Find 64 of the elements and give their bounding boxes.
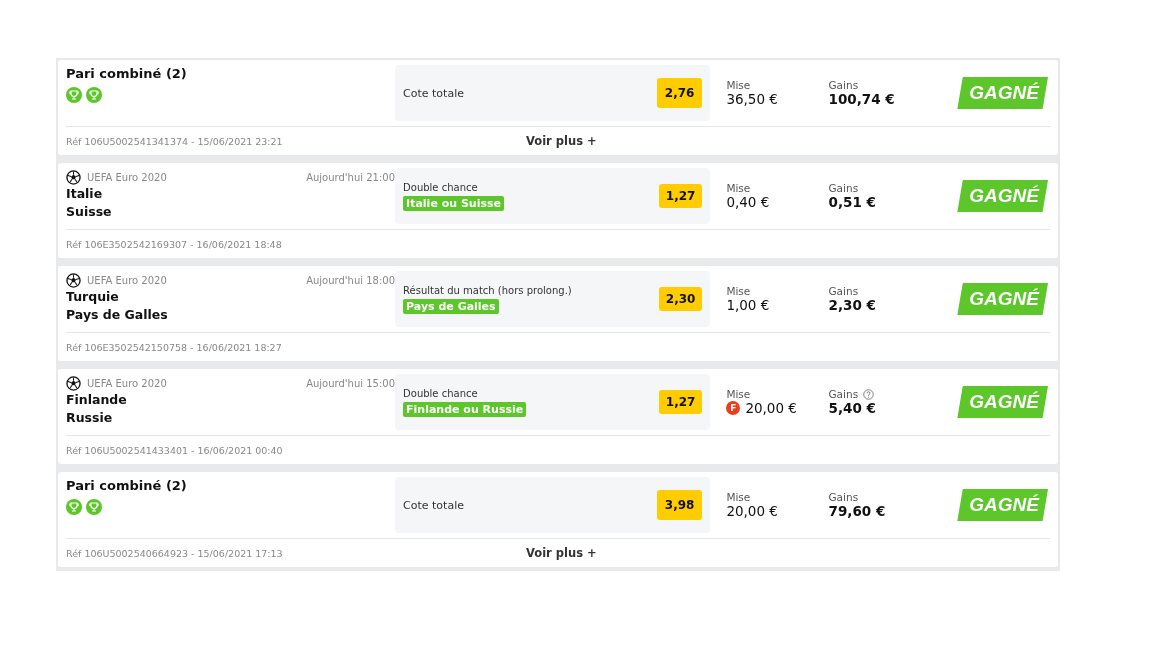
see-more-button[interactable]: Voir plus + — [526, 134, 597, 148]
stake-amount: 36,50 € — [726, 91, 778, 107]
bet-title: Pari combiné (2) — [66, 478, 188, 493]
match-time: Aujourd'hui 21:00 — [306, 171, 396, 183]
gains-amount: 100,74 € — [828, 91, 896, 107]
market-label: Résultat du match (hors prolong.) — [403, 284, 572, 296]
gains-label: Gains — [828, 491, 859, 503]
stake-label: Mise — [726, 182, 752, 194]
gains-label: Gains — [828, 285, 859, 297]
status-badge: GAGNÉ — [957, 489, 1048, 521]
selection-tag: Finlande ou Russie — [403, 401, 527, 417]
status-badge: GAGNÉ — [957, 180, 1048, 212]
stake-label: Mise — [726, 79, 752, 91]
gains-label: Gains — [828, 79, 859, 91]
stake-label: Mise — [726, 491, 752, 503]
market-label: Double chance — [403, 181, 478, 193]
team-name: Turquie — [66, 288, 120, 306]
bet-reference: Réf 106E3502542169307 - 16/06/2021 18:48 — [66, 238, 283, 250]
stake-amount: 0,40 € — [726, 194, 770, 210]
market-label: Cote totale — [403, 498, 464, 512]
odds-badge: 1,27 — [658, 390, 703, 414]
team-name: Pays de Galles — [66, 306, 169, 324]
status-badge: GAGNÉ — [957, 386, 1048, 418]
market-label: Double chance — [403, 387, 478, 399]
odds-badge: 3,98 — [656, 490, 703, 520]
bet-reference: Réf 106U5002541341374 - 15/06/2021 23:21 — [66, 135, 284, 147]
gains-amount: 0,51 € — [828, 194, 877, 210]
selection-tag: Pays de Galles — [403, 298, 499, 314]
bet-title: Pari combiné (2) — [66, 66, 188, 81]
see-more-button[interactable]: Voir plus + — [526, 546, 597, 560]
odds-badge: 2,76 — [656, 78, 703, 108]
odds-badge: 1,27 — [658, 184, 703, 208]
gains-amount: 79,60 € — [828, 503, 887, 519]
selection-tag: Italie ou Suisse — [403, 195, 504, 211]
stake-label: Mise — [726, 388, 752, 400]
team-name: Russie — [66, 409, 114, 427]
stake-amount: 1,00 € — [726, 297, 770, 313]
gains-label: Gains — [828, 388, 859, 400]
bet-reference: Réf 106E3502542150758 - 16/06/2021 18:27 — [66, 341, 283, 353]
soccer-ball-icon — [66, 272, 81, 288]
stake-label: Mise — [726, 285, 752, 297]
odds-badge: 2,30 — [658, 287, 703, 311]
match-time: Aujourd'hui 15:00 — [306, 377, 396, 389]
help-icon[interactable] — [863, 388, 875, 400]
status-badge: GAGNÉ — [957, 77, 1048, 109]
team-name: Finlande — [66, 391, 128, 409]
market-label: Cote totale — [403, 86, 464, 100]
gains-label: Gains — [828, 182, 859, 194]
bet-reference: Réf 106U5002541433401 - 16/06/2021 00:40 — [66, 444, 284, 456]
bet-reference: Réf 106U5002540664923 - 15/06/2021 17:13 — [66, 547, 284, 559]
gains-amount: 2,30 € — [828, 297, 877, 313]
soccer-ball-icon — [66, 375, 81, 391]
soccer-ball-icon — [66, 169, 81, 185]
match-time: Aujourd'hui 18:00 — [306, 274, 396, 286]
status-badge: GAGNÉ — [957, 283, 1048, 315]
team-name: Italie — [66, 185, 104, 203]
team-name: Suisse — [66, 203, 113, 221]
stake-amount: 20,00 € — [745, 400, 797, 416]
competition-label: UEFA Euro 2020 — [87, 171, 168, 183]
stake-amount: 20,00 € — [726, 503, 778, 519]
competition-label: UEFA Euro 2020 — [87, 274, 168, 286]
freebet-badge: F — [726, 401, 741, 415]
competition-label: UEFA Euro 2020 — [87, 377, 168, 389]
gains-amount: 5,40 € — [828, 400, 877, 416]
